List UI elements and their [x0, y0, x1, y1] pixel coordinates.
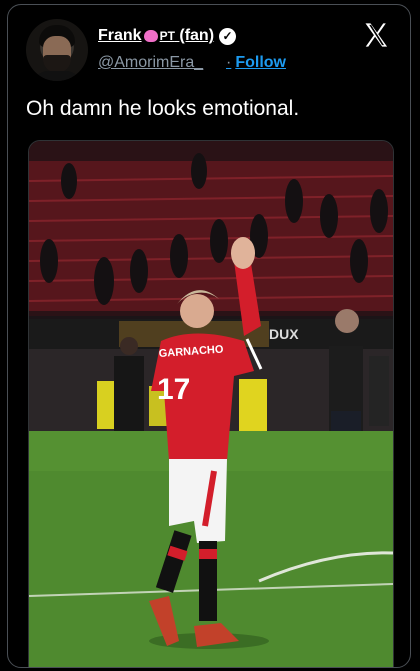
author-name-prefix: Frank [98, 27, 142, 44]
jersey-number: 17 [157, 373, 190, 406]
follow-link[interactable]: · Follow [226, 54, 286, 72]
author-name-fan: (fan) [179, 27, 215, 44]
avatar-shirt [32, 71, 82, 81]
x-logo-icon[interactable] [362, 21, 390, 49]
board-text: DUX [269, 326, 299, 342]
follow-separator: · [226, 54, 232, 71]
tweet-text: Oh damn he looks emotional. [26, 97, 300, 120]
author-name-link[interactable]: Frank PT (fan) ✓ [98, 27, 237, 45]
media-scene: DUX GARNACHO 17 [29, 141, 393, 667]
tweet-embed-card[interactable]: Frank PT (fan) ✓ @AmorimEra_ · Follow Oh … [7, 4, 411, 668]
tweet-media-image[interactable]: DUX GARNACHO 17 [28, 140, 394, 667]
author-avatar[interactable] [26, 19, 88, 81]
verified-badge-icon: ✓ [219, 27, 237, 45]
pink-brain-emoji-icon [143, 30, 158, 42]
author-name-pt: PT [159, 29, 175, 43]
follow-label: Follow [235, 54, 286, 71]
author-handle-link[interactable]: @AmorimEra_ [98, 54, 203, 72]
